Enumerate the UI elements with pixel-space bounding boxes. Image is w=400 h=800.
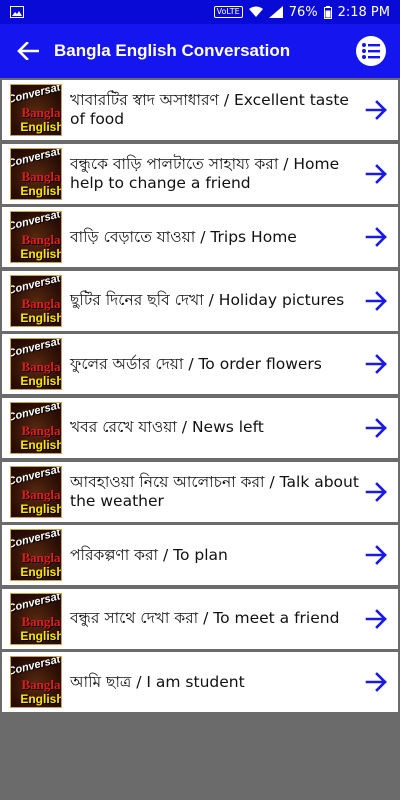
list-item-label: খবর রেখে যাওয়া / News left bbox=[70, 418, 264, 437]
list-item[interactable]: Conversation Bangla English বাড়ি বেড়াতে য… bbox=[2, 207, 398, 268]
list-item-label: ছুটির দিনের ছবি দেখা / Holiday pictures bbox=[70, 291, 345, 310]
list-item[interactable]: Conversation Bangla English খবর রেখে যাওয়া… bbox=[2, 397, 398, 458]
thumbnail-line3: English bbox=[20, 501, 62, 516]
open-arrow-icon[interactable] bbox=[362, 349, 392, 379]
status-bar: VoLTE 76% 2:18 PM bbox=[0, 0, 400, 24]
open-arrow-icon[interactable] bbox=[362, 667, 392, 697]
list-item-label: বন্ধুকে বাড়ি পালটাতে সাহায্য করা / Home… bbox=[70, 154, 340, 192]
thumbnail-line3: English bbox=[20, 565, 62, 580]
list-item-label: ফুলের অর্ডার দেয়া / To order flowers bbox=[70, 354, 322, 373]
back-button[interactable] bbox=[10, 33, 46, 69]
thumbnail-line1: Conversation bbox=[10, 401, 62, 425]
thumbnail-line1: Conversation bbox=[10, 338, 62, 361]
app-bar: Bangla English Conversation bbox=[0, 24, 400, 78]
list-item[interactable]: Conversation Bangla English পরিকল্পণা করা /… bbox=[2, 525, 398, 586]
open-arrow-icon[interactable] bbox=[362, 540, 392, 570]
thumbnail-line1: Conversation bbox=[10, 211, 62, 234]
thumbnail-line3: English bbox=[20, 310, 62, 325]
thumbnail-line3: English bbox=[20, 437, 62, 452]
volte-badge: VoLTE bbox=[213, 6, 243, 18]
list-item[interactable]: Conversation Bangla English খাবারটির স্বাদ … bbox=[2, 80, 398, 140]
status-right: VoLTE 76% 2:18 PM bbox=[213, 4, 390, 20]
conversation-thumbnail: Conversation Bangla English bbox=[10, 338, 62, 391]
open-arrow-icon[interactable] bbox=[362, 604, 392, 634]
conversation-thumbnail: Conversation Bangla English bbox=[10, 529, 62, 582]
conversation-list: Conversation Bangla English খাবারটির স্বাদ … bbox=[2, 80, 398, 716]
thumbnail-line2: Bangla bbox=[21, 359, 61, 375]
thumbnail-line2: Bangla bbox=[21, 422, 61, 438]
open-arrow-icon[interactable] bbox=[362, 413, 392, 443]
thumbnail-line2: Bangla bbox=[21, 677, 61, 693]
list-item-label: আবহাওয়া নিয়ে আলোচনা করা / Talk about t… bbox=[70, 472, 359, 510]
conversation-thumbnail: Conversation Bangla English bbox=[10, 401, 62, 454]
list-item-label: আমি ছাত্র / I am student bbox=[70, 672, 245, 691]
thumbnail-line1: Conversation bbox=[10, 84, 62, 107]
thumbnail-line2: Bangla bbox=[21, 613, 61, 629]
list-item[interactable]: Conversation Bangla English ছুটির দিনের ছবি… bbox=[2, 270, 398, 331]
thumbnail-line3: English bbox=[20, 628, 62, 643]
list-item[interactable]: Conversation Bangla English ফুলের অর্ডার দে… bbox=[2, 334, 398, 395]
list-item-label: বন্ধুর সাথে দেখা করা / To meet a friend bbox=[70, 609, 340, 628]
open-arrow-icon[interactable] bbox=[362, 477, 392, 507]
battery-icon bbox=[323, 5, 332, 19]
conversation-thumbnail: Conversation Bangla English bbox=[10, 211, 62, 264]
list-item[interactable]: Conversation Bangla English আমি ছাত্র / I a… bbox=[2, 652, 398, 713]
wifi-icon bbox=[248, 6, 263, 17]
thumbnail-line1: Conversation bbox=[10, 147, 62, 170]
list-menu-button[interactable] bbox=[356, 36, 386, 66]
battery-percent: 76% bbox=[288, 4, 318, 20]
list-item-label: খাবারটির স্বাদ অসাধারণ / Excellent taste… bbox=[70, 91, 349, 128]
list-item[interactable]: Conversation Bangla English বন্ধুকে বাড়ি প… bbox=[2, 143, 398, 204]
checklist-icon bbox=[362, 43, 380, 59]
list-item[interactable]: Conversation Bangla English আবহাওয়া নিয়ে … bbox=[2, 461, 398, 522]
list-item[interactable]: Conversation Bangla English বন্ধুর সাথে দেখ… bbox=[2, 588, 398, 649]
open-arrow-icon[interactable] bbox=[362, 95, 392, 125]
thumbnail-line2: Bangla bbox=[21, 550, 61, 566]
thumbnail-line1: Conversation bbox=[10, 592, 62, 615]
open-arrow-icon[interactable] bbox=[362, 159, 392, 189]
thumbnail-line1: Conversation bbox=[10, 465, 62, 488]
conversation-thumbnail: Conversation Bangla English bbox=[10, 147, 62, 200]
thumbnail-line2: Bangla bbox=[21, 295, 61, 311]
clock: 2:18 PM bbox=[337, 4, 390, 20]
thumbnail-line3: English bbox=[20, 183, 62, 198]
thumbnail-line3: English bbox=[20, 120, 62, 134]
conversation-thumbnail: Conversation Bangla English bbox=[10, 592, 62, 645]
thumbnail-line2: Bangla bbox=[21, 168, 61, 184]
back-arrow-icon bbox=[17, 42, 39, 60]
conversation-thumbnail: Conversation Bangla English bbox=[10, 84, 62, 136]
conversation-thumbnail: Conversation Bangla English bbox=[10, 656, 62, 709]
status-left bbox=[10, 6, 24, 18]
signal-icon bbox=[268, 6, 283, 18]
open-arrow-icon[interactable] bbox=[362, 222, 392, 252]
list-item-label: বাড়ি বেড়াতে যাওয়া / Trips Home bbox=[70, 227, 297, 246]
thumbnail-line2: Bangla bbox=[21, 105, 61, 120]
thumbnail-line3: English bbox=[20, 692, 62, 707]
open-arrow-icon[interactable] bbox=[362, 286, 392, 316]
thumbnail-line2: Bangla bbox=[21, 232, 61, 248]
thumbnail-line1: Conversation bbox=[10, 656, 62, 679]
conversation-thumbnail: Conversation Bangla English bbox=[10, 465, 62, 518]
thumbnail-line1: Conversation bbox=[10, 274, 62, 297]
conversation-thumbnail: Conversation Bangla English bbox=[10, 274, 62, 327]
thumbnail-line3: English bbox=[20, 247, 62, 262]
gallery-notification-icon bbox=[10, 6, 24, 18]
page-title: Bangla English Conversation bbox=[54, 41, 291, 60]
list-item-label: পরিকল্পণা করা / To plan bbox=[70, 545, 228, 564]
thumbnail-line3: English bbox=[20, 374, 62, 389]
thumbnail-line2: Bangla bbox=[21, 486, 61, 502]
thumbnail-line1: Conversation bbox=[10, 529, 62, 552]
